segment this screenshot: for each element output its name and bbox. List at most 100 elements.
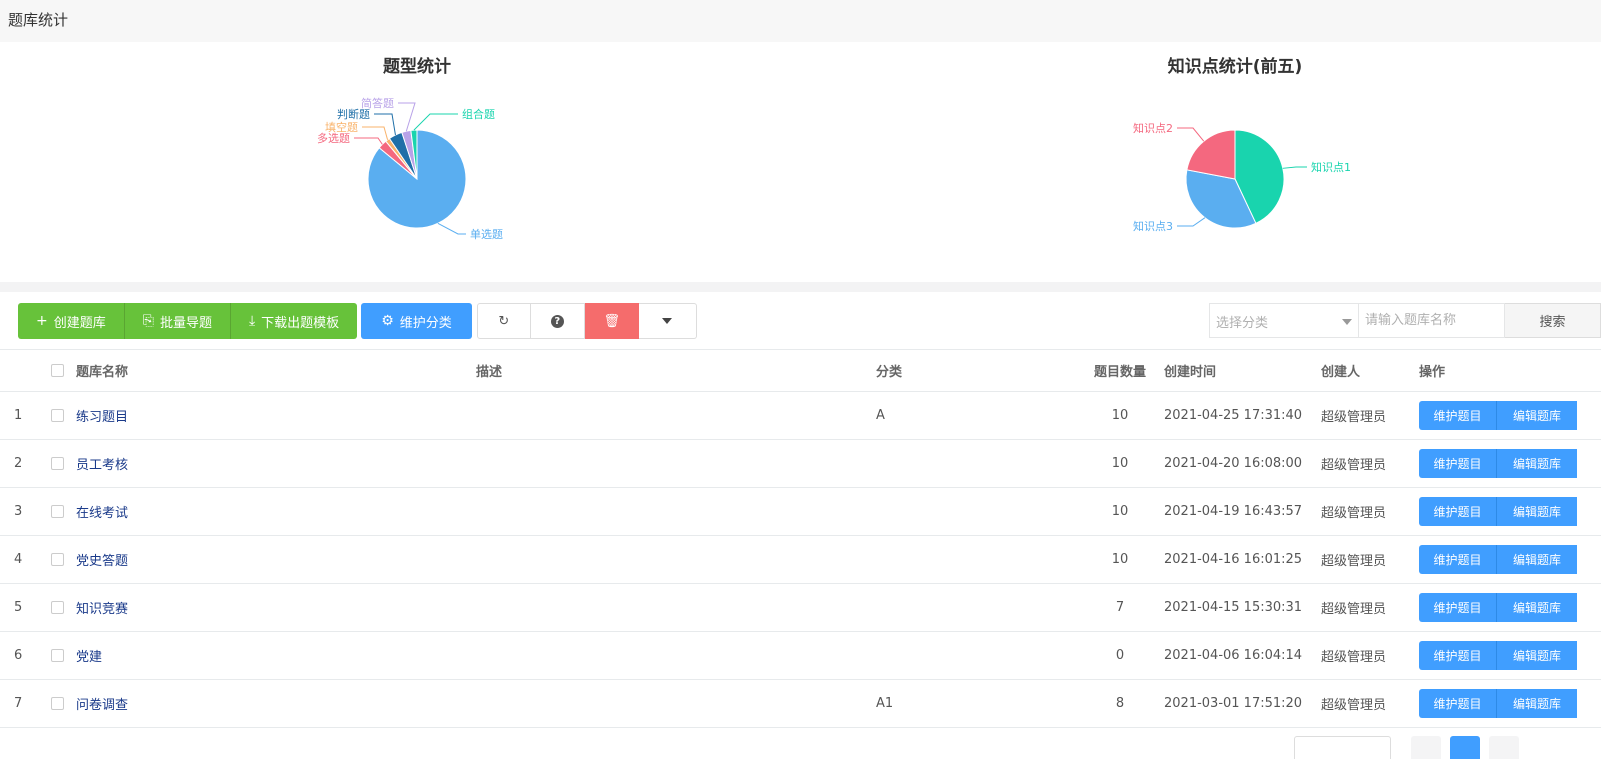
maintain-questions-button[interactable]: 维护题目 (1419, 545, 1497, 574)
bank-name-link[interactable]: 在线考试 (76, 506, 128, 521)
row-name[interactable]: 在线考试 (76, 488, 476, 536)
maintain-questions-button[interactable]: 维护题目 (1419, 641, 1497, 670)
next-page-button[interactable] (1489, 736, 1519, 759)
col-select-all (45, 350, 76, 392)
row-index: 7 (14, 696, 23, 711)
question-type-chart: 题型统计 单选题 多选题 填空题 判断题 简答题 组合题 (250, 42, 584, 282)
refresh-button[interactable]: ↻ (476, 303, 531, 339)
page-size-select[interactable] (1294, 736, 1391, 759)
edit-bank-button[interactable]: 编辑题库 (1497, 497, 1577, 526)
row-desc (476, 392, 876, 440)
row-checkbox[interactable] (51, 553, 64, 566)
current-page-button[interactable] (1450, 736, 1480, 759)
col-count[interactable]: 题目数量 (1076, 350, 1164, 392)
table-row: 3 在线考试 10 2021-04-19 16:43:57 超级管理员 维护题目 编辑题库 (0, 488, 1601, 536)
pie-slice[interactable] (1186, 129, 1236, 180)
knowledge-chart: 知识点统计(前五) 知识点1 知识点3 知识点2 (1068, 42, 1402, 282)
row-ops: 维护题目 编辑题库 (1419, 632, 1601, 680)
table-row: 7 问卷调查 A1 8 2021-03-01 17:51:20 超级管理员 维护题目 编辑题库 (0, 680, 1601, 728)
row-created: 2021-04-15 15:30:31 (1164, 600, 1303, 615)
maintain-questions-button[interactable]: 维护题目 (1419, 449, 1497, 478)
create-bank-button[interactable]: + 创建题库 (18, 303, 125, 339)
pie-label-line (398, 102, 416, 132)
batch-import-button[interactable]: ⎘ 批量导题 (124, 303, 231, 339)
question-type-pie: 单选题多选题填空题判断题简答题组合题 (317, 96, 503, 241)
bank-name-link[interactable]: 党史答题 (76, 554, 128, 569)
table-tools-group: ↻ ? 🗑 (476, 303, 697, 339)
row-checkbox[interactable] (51, 649, 64, 662)
row-created: 2021-04-06 16:04:14 (1164, 648, 1303, 663)
pie-label: 单选题 (470, 228, 503, 241)
help-button[interactable]: ? (530, 303, 585, 339)
row-checkbox[interactable] (51, 601, 64, 614)
row-name[interactable]: 员工考核 (76, 440, 476, 488)
more-dropdown-button[interactable] (638, 303, 697, 339)
prev-page-button[interactable] (1411, 736, 1441, 759)
bank-name-link[interactable]: 问卷调查 (76, 698, 128, 713)
edit-bank-button[interactable]: 编辑题库 (1497, 401, 1577, 430)
pie-label: 知识点2 (1133, 121, 1173, 135)
bank-name-link[interactable]: 党建 (76, 650, 102, 665)
row-checkbox[interactable] (51, 457, 64, 470)
row-index: 4 (14, 552, 23, 567)
col-name[interactable]: 题库名称 (76, 350, 476, 392)
row-count: 10 (1111, 456, 1129, 471)
maintain-categories-label: 维护分类 (399, 315, 452, 331)
row-name[interactable]: 党建 (76, 632, 476, 680)
row-name[interactable]: 问卷调查 (76, 680, 476, 728)
row-category (876, 632, 1076, 680)
row-checkbox[interactable] (51, 505, 64, 518)
table-header-row: 题库名称 描述 分类 题目数量 创建时间 创建人 操作 (0, 349, 1601, 392)
row-ops: 维护题目 编辑题库 (1419, 536, 1601, 584)
maintain-questions-button[interactable]: 维护题目 (1419, 593, 1497, 622)
category-select[interactable]: 选择分类 (1209, 303, 1359, 338)
gear-icon: ⚙ (381, 313, 394, 329)
page-title: 题库统计 (8, 11, 69, 29)
row-checkbox-cell (45, 440, 76, 488)
bank-name-link[interactable]: 员工考核 (76, 458, 128, 473)
edit-bank-button[interactable]: 编辑题库 (1497, 689, 1577, 718)
edit-bank-button[interactable]: 编辑题库 (1497, 449, 1577, 478)
bank-name-input[interactable] (1359, 303, 1505, 338)
row-checkbox[interactable] (51, 697, 64, 710)
row-op-group: 维护题目 编辑题库 (1419, 497, 1601, 526)
row-name[interactable]: 党史答题 (76, 536, 476, 584)
search-area: 选择分类 搜索 (1209, 303, 1601, 338)
select-all-checkbox[interactable] (51, 364, 64, 377)
maintain-questions-button[interactable]: 维护题目 (1419, 497, 1497, 526)
delete-button[interactable]: 🗑 (584, 303, 639, 339)
question-bank-panel: +创建题库 ⎘批量导题 ⤓下载出题模板 ⚙维护分类 ↻ ? 🗑 选择分类 搜索 … (0, 292, 1601, 759)
col-creator: 创建人 (1321, 365, 1361, 380)
row-ops: 维护题目 编辑题库 (1419, 680, 1601, 728)
row-checkbox[interactable] (51, 409, 64, 422)
col-created[interactable]: 创建时间 (1164, 350, 1321, 392)
bank-name-link[interactable]: 练习题目 (76, 410, 128, 425)
pie-label-line (437, 222, 466, 235)
knowledge-pie: 知识点1 知识点3 知识点2 (1133, 121, 1351, 233)
pie-label-line (1177, 217, 1206, 227)
edit-bank-button[interactable]: 编辑题库 (1497, 593, 1577, 622)
row-name[interactable]: 知识竞赛 (76, 584, 476, 632)
row-category: A (876, 408, 885, 423)
pie-label: 组合题 (462, 107, 495, 121)
row-created: 2021-04-19 16:43:57 (1164, 504, 1303, 519)
row-index: 6 (14, 648, 23, 663)
row-op-group: 维护题目 编辑题库 (1419, 449, 1601, 478)
caret-down-icon (1342, 319, 1352, 325)
row-op-group: 维护题目 编辑题库 (1419, 593, 1601, 622)
pie-label: 简答题 (361, 96, 394, 110)
row-desc (476, 584, 876, 632)
row-name[interactable]: 练习题目 (76, 392, 476, 440)
edit-bank-button[interactable]: 编辑题库 (1497, 545, 1577, 574)
row-op-group: 维护题目 编辑题库 (1419, 545, 1601, 574)
maintain-questions-button[interactable]: 维护题目 (1419, 401, 1497, 430)
edit-bank-button[interactable]: 编辑题库 (1497, 641, 1577, 670)
maintain-questions-button[interactable]: 维护题目 (1419, 689, 1497, 718)
maintain-categories-button[interactable]: ⚙ 维护分类 (361, 303, 472, 339)
search-button[interactable]: 搜索 (1505, 303, 1601, 338)
row-index: 2 (14, 456, 23, 471)
download-template-button[interactable]: ⤓ 下载出题模板 (230, 303, 358, 339)
row-ops: 维护题目 编辑题库 (1419, 440, 1601, 488)
pie-label-line (374, 113, 396, 136)
bank-name-link[interactable]: 知识竞赛 (76, 602, 128, 617)
